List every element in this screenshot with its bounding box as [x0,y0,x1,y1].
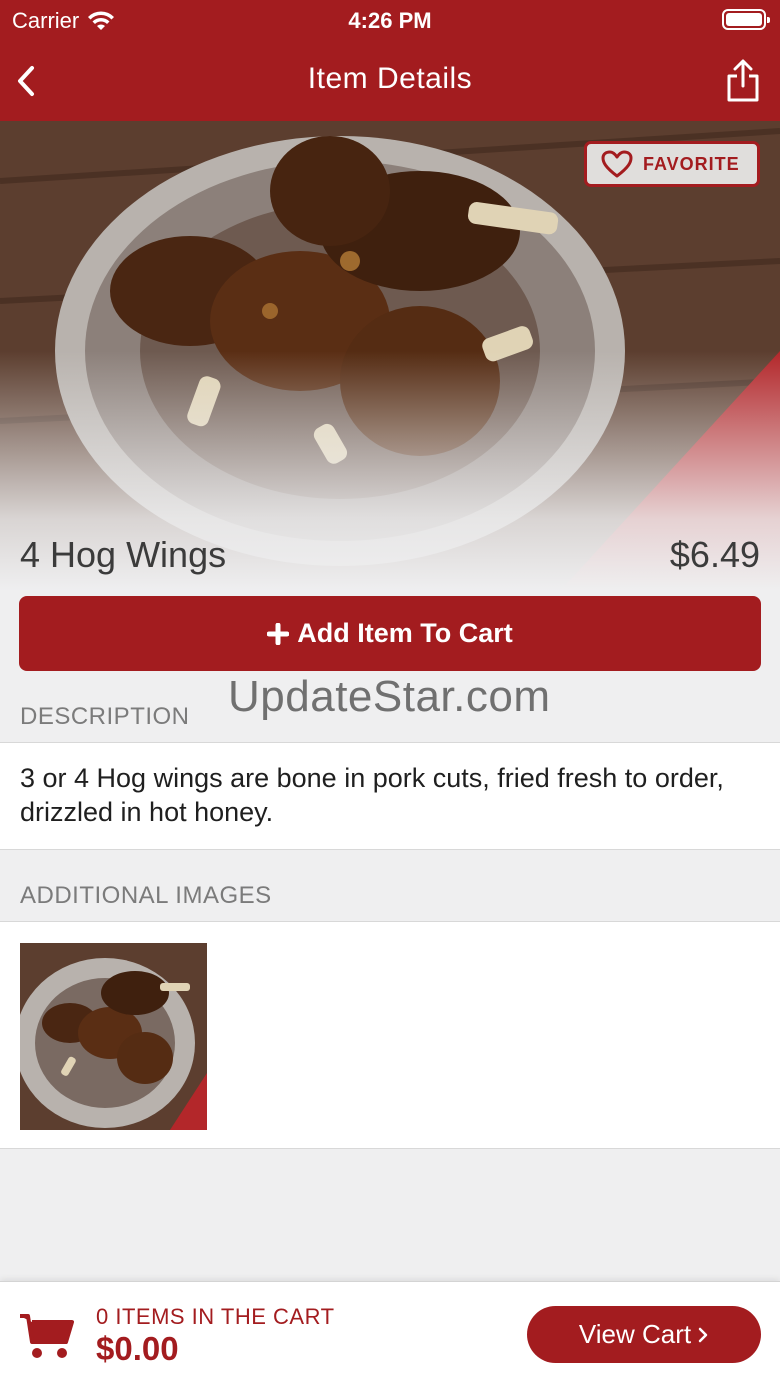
view-cart-label: View Cart [578,1319,692,1349]
battery-icon [722,9,770,30]
thumbnail-photo [20,943,207,1130]
plus-icon [267,622,290,645]
view-cart-button[interactable]: View Cart [527,1306,761,1363]
cart-item-count: 0 ITEMS IN THE CART [96,1304,335,1329]
favorite-label: FAVORITE [643,153,740,174]
add-to-cart-button[interactable]: Add Item To Cart [19,596,761,671]
add-to-cart-label: Add Item To Cart [297,618,513,648]
item-name: 4 Hog Wings [20,534,227,575]
item-hero-image: FAVORITE [0,121,780,591]
heart-icon [601,150,633,178]
chevron-right-icon [698,1327,708,1342]
additional-image-thumbnail[interactable] [20,943,207,1130]
cart-total: $0.00 [96,1330,179,1367]
share-icon [727,59,759,102]
description-header: DESCRIPTION [20,703,190,730]
cart-bar: 0 ITEMS IN THE CART $0.00 View Cart [0,1281,780,1387]
item-price: $6.49 [669,534,760,575]
status-bar: Carrier 4:26 PM [0,0,780,40]
top-bar: Carrier 4:26 PM Item Details [0,0,780,121]
favorite-button[interactable]: FAVORITE [584,141,760,187]
description-text: 3 or 4 Hog wings are bone in pork cuts, … [20,763,724,827]
cart-icon [20,1314,74,1358]
status-time: 4:26 PM [348,8,432,33]
description-block: 3 or 4 Hog wings are bone in pork cuts, … [0,742,780,850]
watermark: UpdateStar.com [228,672,551,721]
additional-images-header: ADDITIONAL IMAGES [20,882,272,909]
page-title: Item Details [307,62,473,95]
share-button[interactable] [724,58,762,104]
additional-images-block [0,921,780,1149]
